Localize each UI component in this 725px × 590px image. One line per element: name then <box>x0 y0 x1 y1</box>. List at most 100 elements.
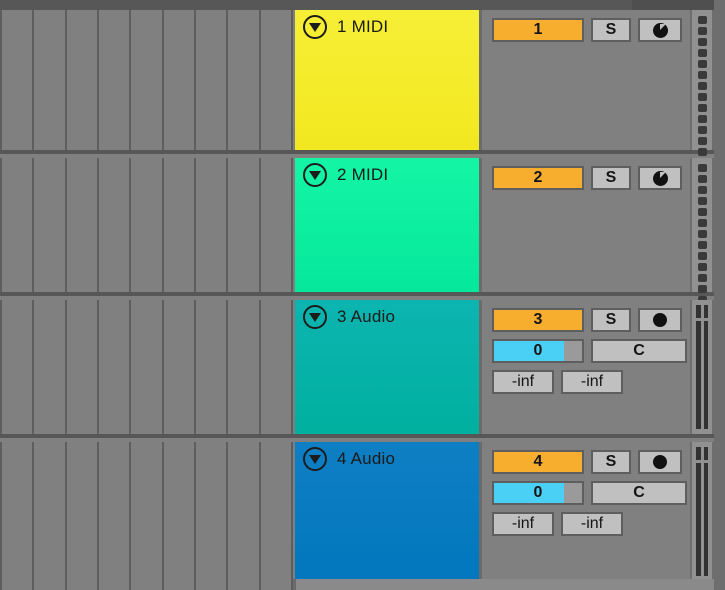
mixer-row-volume: 0C <box>492 339 690 363</box>
meter-dot <box>697 252 707 260</box>
clip-slot-grid <box>0 158 293 292</box>
track-level-meter[interactable] <box>690 442 714 581</box>
solo-button[interactable]: S <box>591 450 631 474</box>
clip-slot[interactable] <box>66 442 99 581</box>
bottom-partial-row <box>0 579 725 590</box>
clip-slot[interactable] <box>131 10 164 150</box>
triangle-down-icon[interactable] <box>303 305 327 329</box>
clip-slot[interactable] <box>0 158 35 292</box>
clip-slot[interactable] <box>34 579 67 590</box>
clip-slot[interactable] <box>98 158 132 292</box>
track-number-button[interactable]: 1 <box>492 18 584 42</box>
top-bar-right-segment <box>632 0 725 10</box>
clip-slot[interactable] <box>98 10 132 150</box>
clip-slot[interactable] <box>98 579 132 590</box>
clip-slot[interactable] <box>195 579 229 590</box>
triangle-down-icon[interactable] <box>303 163 327 187</box>
track-rows-container: 1 MIDI 1 S 2 MIDI 2 S 3 Audio 3 S 0 C -inf -inf 4 Aud… <box>0 10 725 590</box>
right-edge-strip <box>714 0 725 590</box>
track-number-button[interactable]: 2 <box>492 166 584 190</box>
clip-slot[interactable] <box>163 579 196 590</box>
volume-slider[interactable]: 0 <box>492 481 584 505</box>
volume-slider[interactable]: 0 <box>492 339 584 363</box>
track-row-3: 3 Audio 3 S 0 C -inf -inf <box>0 300 725 438</box>
clip-slot[interactable] <box>260 300 293 434</box>
audio-record-arm-icon <box>653 455 667 469</box>
clip-slot[interactable] <box>228 300 261 434</box>
clip-slot[interactable] <box>0 300 35 434</box>
clip-slot[interactable] <box>131 158 164 292</box>
clip-slot[interactable] <box>228 10 261 150</box>
clip-slot[interactable] <box>98 300 132 434</box>
clip-slot[interactable] <box>228 579 261 590</box>
clip-slot[interactable] <box>98 442 132 581</box>
clip-slot[interactable] <box>34 442 67 581</box>
clip-slot[interactable] <box>228 442 261 581</box>
track-color-panel[interactable]: 4 Audio <box>295 442 482 581</box>
meter-dot <box>697 60 707 68</box>
clip-slot[interactable] <box>131 579 164 590</box>
clip-slot[interactable] <box>66 579 99 590</box>
clip-slot[interactable] <box>195 442 229 581</box>
meter-dot <box>697 186 707 194</box>
level-bar <box>703 447 708 576</box>
clip-slot[interactable] <box>260 442 293 581</box>
clip-slot[interactable] <box>260 579 293 590</box>
clip-slot[interactable] <box>34 300 67 434</box>
track-level-meter[interactable] <box>690 158 714 326</box>
clip-slot[interactable] <box>131 300 164 434</box>
solo-button[interactable]: S <box>591 308 631 332</box>
track-level-meter[interactable] <box>690 10 714 178</box>
level-display-right[interactable]: -inf <box>561 370 623 394</box>
track-number-button[interactable]: 3 <box>492 308 584 332</box>
clip-slot[interactable] <box>66 10 99 150</box>
level-bar <box>696 305 701 429</box>
record-arm-button[interactable] <box>638 308 682 332</box>
clip-slot[interactable] <box>195 158 229 292</box>
clip-slot[interactable] <box>163 10 196 150</box>
record-arm-button[interactable] <box>638 450 682 474</box>
track-row-2: 2 MIDI 2 S <box>0 158 725 326</box>
meter-dot <box>697 27 707 35</box>
clip-slot[interactable] <box>0 10 35 150</box>
clip-slot[interactable] <box>163 300 196 434</box>
record-arm-button[interactable] <box>638 18 682 42</box>
pan-control[interactable]: C <box>591 339 687 363</box>
track-color-panel[interactable]: 1 MIDI <box>295 10 482 150</box>
clip-slot[interactable] <box>131 442 164 581</box>
solo-button[interactable]: S <box>591 18 631 42</box>
track-title: 1 MIDI <box>337 17 389 36</box>
level-display-right[interactable]: -inf <box>561 512 623 536</box>
solo-button[interactable]: S <box>591 166 631 190</box>
meter-dot <box>697 219 707 227</box>
level-display-left[interactable]: -inf <box>492 512 554 536</box>
record-arm-button[interactable] <box>638 166 682 190</box>
velocity-meter-dots <box>692 158 712 326</box>
clip-slot[interactable] <box>34 10 67 150</box>
clip-slot[interactable] <box>195 300 229 434</box>
clip-slot[interactable] <box>260 158 293 292</box>
track-title: 2 MIDI <box>337 165 389 184</box>
clip-slot[interactable] <box>195 10 229 150</box>
track-level-meter[interactable] <box>690 300 714 434</box>
track-color-panel[interactable]: 2 MIDI <box>295 158 482 292</box>
meter-dot <box>697 164 707 172</box>
track-number-button[interactable]: 4 <box>492 450 584 474</box>
track-color-panel[interactable]: 3 Audio <box>295 300 482 434</box>
clip-slot[interactable] <box>260 10 293 150</box>
clip-slot[interactable] <box>163 158 196 292</box>
mixer-row-levels: -inf -inf <box>492 512 690 536</box>
pan-control[interactable]: C <box>591 481 687 505</box>
meter-dot <box>697 93 707 101</box>
triangle-down-icon[interactable] <box>303 447 327 471</box>
clip-slot[interactable] <box>163 442 196 581</box>
clip-slot[interactable] <box>228 158 261 292</box>
clip-slot[interactable] <box>0 579 35 590</box>
triangle-down-icon[interactable] <box>303 15 327 39</box>
clip-slot[interactable] <box>0 442 35 581</box>
clip-slot[interactable] <box>66 158 99 292</box>
clip-slot[interactable] <box>34 158 67 292</box>
triangle-glyph <box>309 312 321 322</box>
level-display-left[interactable]: -inf <box>492 370 554 394</box>
clip-slot[interactable] <box>66 300 99 434</box>
